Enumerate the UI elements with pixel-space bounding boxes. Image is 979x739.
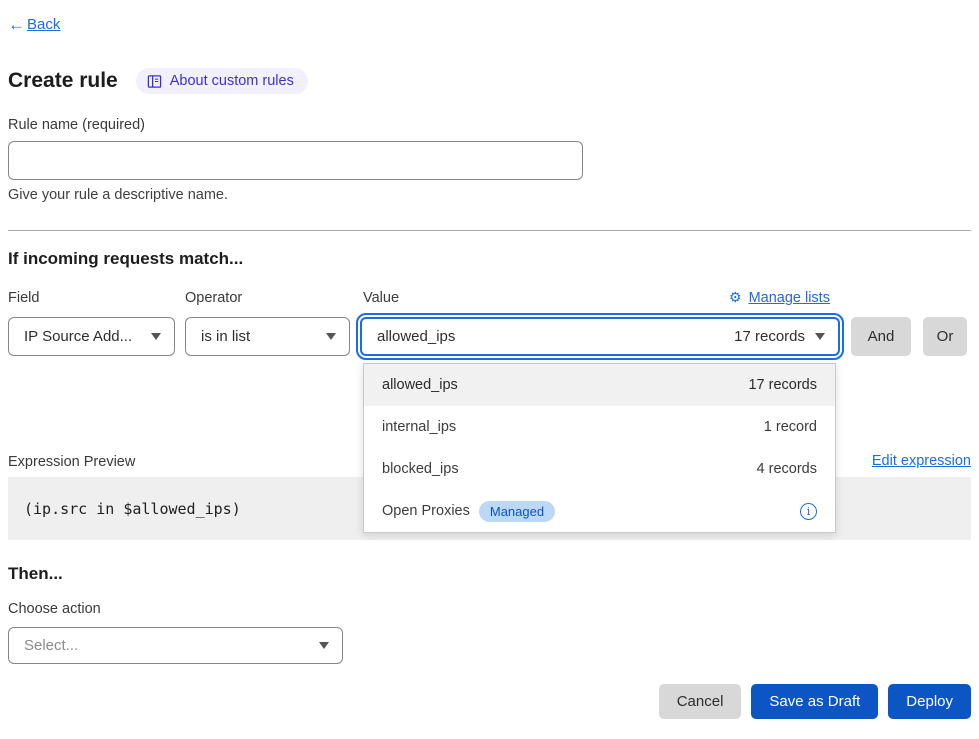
dropdown-item-internal-ips[interactable]: internal_ips 1 record bbox=[364, 406, 835, 448]
manage-lists-label: Manage lists bbox=[749, 290, 830, 306]
field-select[interactable]: IP Source Add... bbox=[8, 317, 175, 356]
operator-select-value: is in list bbox=[201, 328, 250, 345]
book-icon bbox=[147, 74, 162, 89]
expression-code: (ip.src in $allowed_ips) bbox=[8, 500, 241, 518]
action-select[interactable]: Select... bbox=[8, 627, 343, 664]
then-section-heading: Then... bbox=[8, 564, 63, 584]
about-custom-rules-link[interactable]: About custom rules bbox=[136, 68, 308, 94]
back-link-label: Back bbox=[27, 16, 60, 33]
list-record-count: 4 records bbox=[757, 461, 817, 477]
back-link[interactable]: ←Back bbox=[8, 16, 60, 33]
list-record-count: 1 record bbox=[764, 419, 817, 435]
manage-lists-link[interactable]: ⚙ Manage lists bbox=[729, 289, 830, 306]
or-button[interactable]: Or bbox=[923, 317, 967, 356]
managed-badge: Managed bbox=[479, 501, 555, 522]
operator-label: Operator bbox=[185, 290, 242, 306]
rule-name-input[interactable] bbox=[8, 141, 583, 180]
chevron-down-icon bbox=[151, 333, 161, 340]
value-select-value: allowed_ips bbox=[377, 328, 455, 345]
cancel-button[interactable]: Cancel bbox=[659, 684, 742, 719]
list-name: Open Proxies bbox=[382, 503, 470, 519]
info-icon[interactable]: i bbox=[800, 503, 817, 520]
title-row: Create rule About custom rules bbox=[8, 68, 308, 94]
about-badge-label: About custom rules bbox=[170, 73, 294, 89]
save-as-draft-button[interactable]: Save as Draft bbox=[751, 684, 878, 719]
field-label: Field bbox=[8, 290, 39, 306]
back-arrow-icon: ← bbox=[8, 16, 25, 33]
page-title: Create rule bbox=[8, 69, 118, 93]
match-section-heading: If incoming requests match... bbox=[8, 249, 243, 269]
field-select-value: IP Source Add... bbox=[24, 328, 132, 345]
action-select-placeholder: Select... bbox=[24, 637, 78, 654]
section-divider bbox=[8, 230, 971, 231]
deploy-button[interactable]: Deploy bbox=[888, 684, 971, 719]
value-dropdown: allowed_ips 17 records internal_ips 1 re… bbox=[363, 363, 836, 533]
choose-action-label: Choose action bbox=[8, 601, 101, 617]
edit-expression-link[interactable]: Edit expression bbox=[872, 453, 971, 469]
value-select[interactable]: allowed_ips 17 records bbox=[360, 317, 840, 356]
chevron-down-icon bbox=[319, 642, 329, 649]
value-select-focus-ring: allowed_ips 17 records bbox=[356, 313, 844, 360]
chevron-down-icon bbox=[815, 333, 825, 340]
value-select-records: 17 records bbox=[734, 328, 805, 345]
chevron-down-icon bbox=[326, 333, 336, 340]
value-label: Value bbox=[363, 290, 399, 306]
operator-select[interactable]: is in list bbox=[185, 317, 350, 356]
gear-icon: ⚙ bbox=[729, 289, 742, 306]
list-name: blocked_ips bbox=[382, 461, 459, 477]
rule-name-helper: Give your rule a descriptive name. bbox=[8, 187, 228, 203]
footer-actions: Cancel Save as Draft Deploy bbox=[659, 684, 971, 719]
dropdown-item-open-proxies[interactable]: Open Proxies Managed i bbox=[364, 490, 835, 532]
list-name: internal_ips bbox=[382, 419, 456, 435]
list-record-count: 17 records bbox=[748, 377, 817, 393]
list-name: allowed_ips bbox=[382, 377, 458, 393]
rule-name-label: Rule name (required) bbox=[8, 117, 145, 133]
dropdown-item-allowed-ips[interactable]: allowed_ips 17 records bbox=[364, 364, 835, 406]
dropdown-item-blocked-ips[interactable]: blocked_ips 4 records bbox=[364, 448, 835, 490]
and-button[interactable]: And bbox=[851, 317, 911, 356]
expression-preview-label: Expression Preview bbox=[8, 454, 135, 470]
